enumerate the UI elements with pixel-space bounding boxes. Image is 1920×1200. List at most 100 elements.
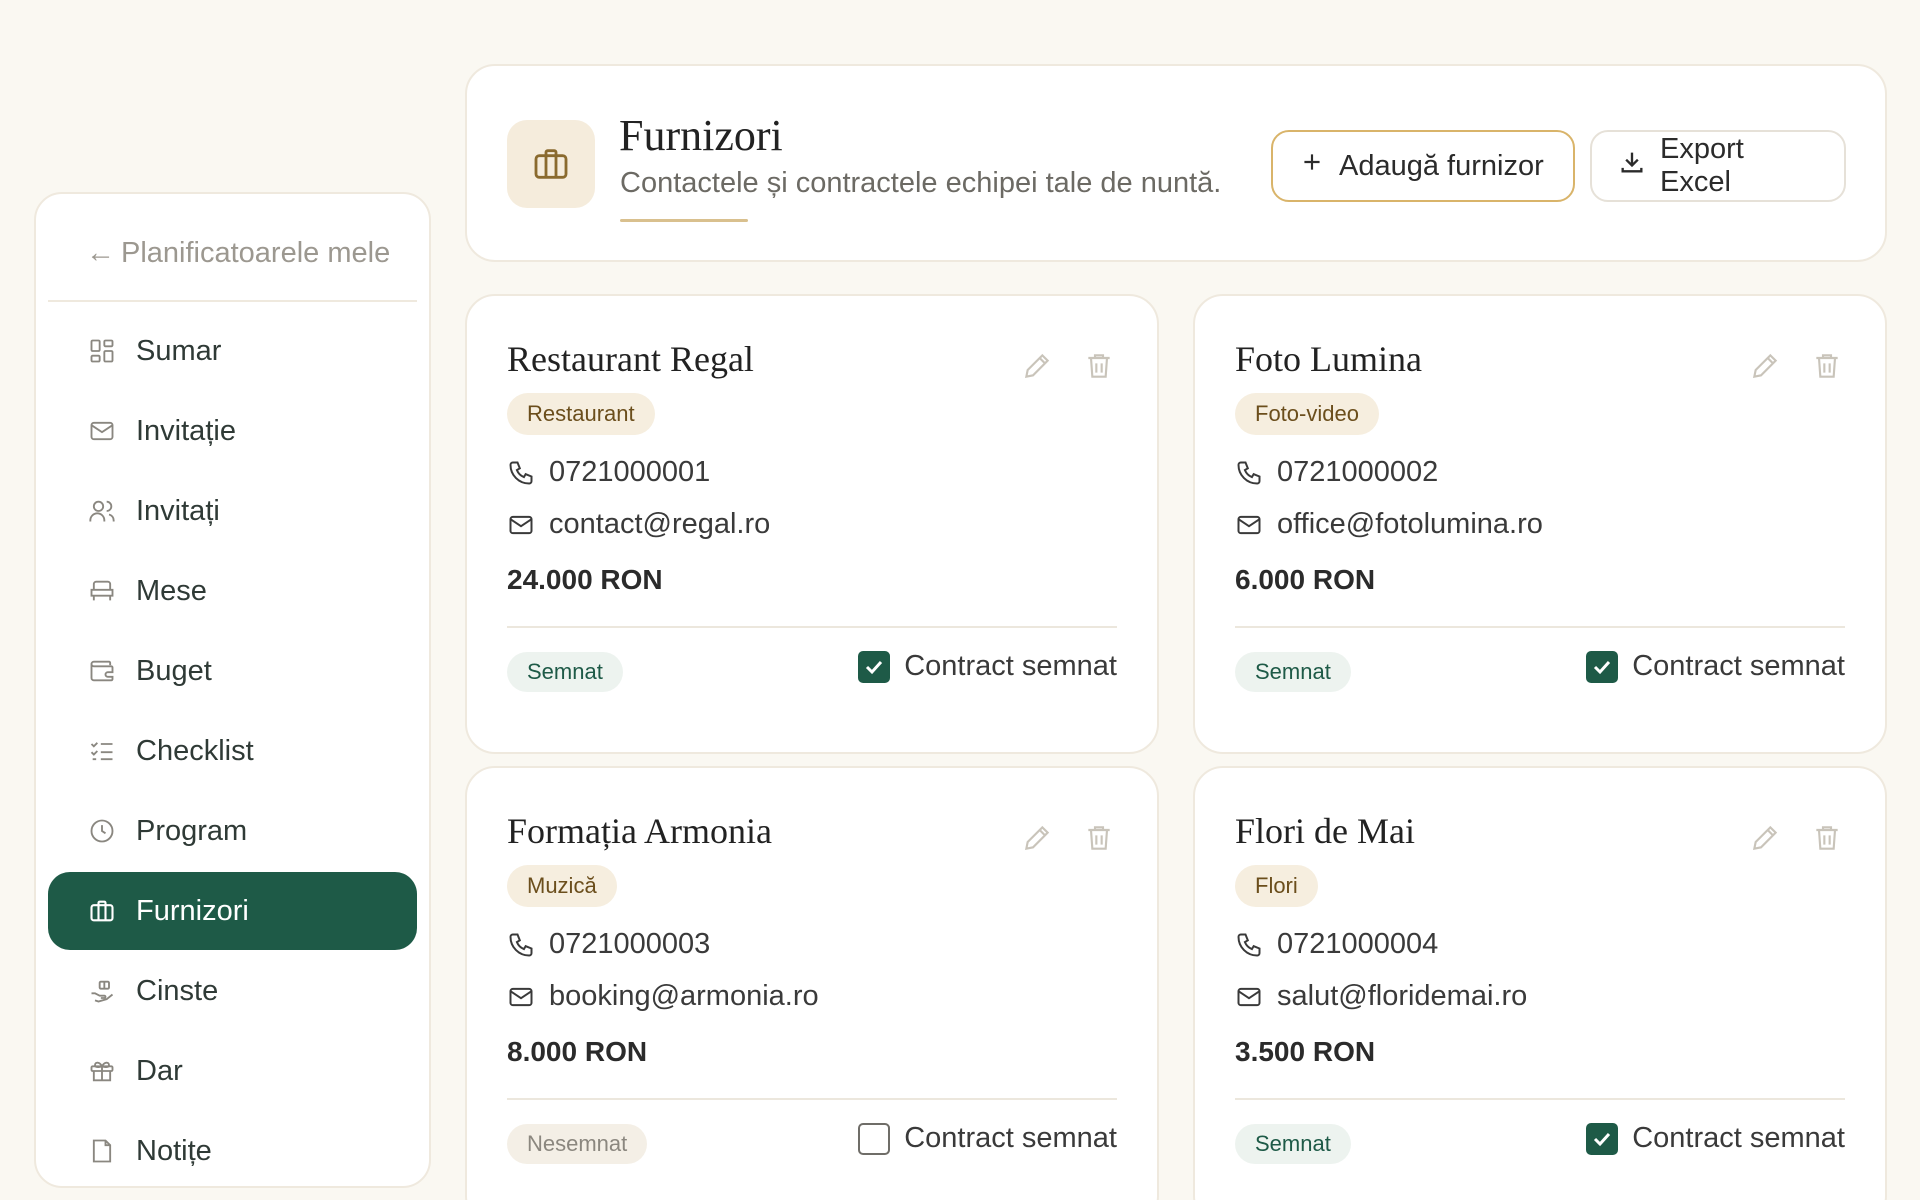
sidebar-item-label: Invitație: [136, 414, 236, 447]
vendor-amount: 6.000 RON: [1235, 564, 1376, 595]
edit-icon[interactable]: [1021, 822, 1053, 859]
card-divider: [1235, 626, 1845, 628]
edit-icon[interactable]: [1021, 350, 1053, 387]
vendor-phone: 0721000001: [507, 456, 710, 489]
sidebar-item-label: Furnizori: [136, 894, 249, 927]
checkbox-label: Contract semnat: [904, 1122, 1117, 1154]
checkbox-box[interactable]: [858, 1122, 891, 1155]
chair-icon: [86, 575, 118, 607]
checkbox-label: Contract semnat: [1632, 1122, 1845, 1154]
vendor-amount: 3.500 RON: [1235, 1036, 1376, 1067]
vendor-email: office@fotolumina.ro: [1235, 508, 1543, 541]
card-actions: [1021, 822, 1115, 859]
sidebar-item-furnizori[interactable]: Furnizori: [48, 872, 417, 950]
plus-icon: [1299, 149, 1325, 183]
checkbox-box[interactable]: [858, 650, 891, 683]
edit-icon[interactable]: [1749, 350, 1781, 387]
phone-value: 0721000003: [549, 928, 711, 960]
contract-signed-checkbox[interactable]: Contract semnat: [858, 650, 1117, 683]
vendor-name: Flori de Mai: [1235, 811, 1415, 851]
card-actions: [1749, 350, 1843, 387]
email-value: contact@regal.ro: [549, 508, 771, 540]
category-badge: Muzică: [507, 865, 617, 907]
briefcase-icon: [507, 120, 595, 208]
clock-icon: [86, 815, 118, 847]
vendor-email: salut@floridemai.ro: [1235, 980, 1527, 1013]
vendor-phone: 0721000002: [1235, 456, 1438, 489]
trash-icon[interactable]: [1811, 350, 1843, 387]
sidebar-item-program[interactable]: Program: [48, 792, 417, 870]
sidebar-item-cinste[interactable]: Cinste: [48, 952, 417, 1030]
edit-icon[interactable]: [1749, 822, 1781, 859]
email-value: salut@floridemai.ro: [1277, 980, 1528, 1012]
wallet-icon: [86, 655, 118, 687]
trash-icon[interactable]: [1083, 822, 1115, 859]
sidebar-item-label: Sumar: [136, 334, 222, 367]
sidebar-item-checklist[interactable]: Checklist: [48, 712, 417, 790]
vendor-amount: 8.000 RON: [507, 1036, 648, 1067]
sidebar-item-label: Invitați: [136, 494, 220, 527]
sidebar-item-buget[interactable]: Buget: [48, 632, 417, 710]
vendor-card: Formația Armonia Muzică 0721000003 booki…: [465, 766, 1159, 1200]
sidebar-item-label: Checklist: [136, 734, 254, 767]
vendor-card: Flori de Mai Flori 0721000004 salut@flor…: [1193, 766, 1887, 1200]
page-subtitle: Contactele și contractele echipei tale d…: [620, 167, 1222, 199]
category-badge: Restaurant: [507, 393, 655, 435]
contract-signed-checkbox[interactable]: Contract semnat: [1586, 650, 1845, 683]
contract-signed-checkbox[interactable]: Contract semnat: [1586, 1122, 1845, 1155]
export-label: Export Excel: [1660, 133, 1744, 198]
download-icon: [1618, 148, 1646, 184]
add-vendor-button[interactable]: Adaugă furnizor: [1271, 130, 1575, 202]
email-value: booking@armonia.ro: [549, 980, 819, 1012]
card-actions: [1021, 350, 1115, 387]
page-title: Furnizori: [619, 111, 783, 160]
sidebar: ← Planificatoarele mele Sumar Invitație …: [34, 192, 431, 1188]
vendor-phone: 0721000003: [507, 928, 710, 961]
phone-icon: [507, 931, 535, 959]
checkbox-box[interactable]: [1586, 650, 1619, 683]
add-vendor-label: Adaugă furnizor: [1339, 149, 1544, 182]
status-badge: Semnat: [507, 652, 623, 692]
note-icon: [86, 1135, 118, 1167]
sidebar-item-label: Notițe: [136, 1134, 212, 1167]
sidebar-item-notite[interactable]: Notițe: [48, 1112, 417, 1190]
phone-icon: [1235, 931, 1263, 959]
category-badge: Flori: [1235, 865, 1318, 907]
status-badge: Nesemnat: [507, 1124, 648, 1164]
sidebar-item-invitati[interactable]: Invitați: [48, 472, 417, 550]
back-link-label: Planificatoarele mele: [121, 236, 391, 269]
trash-icon[interactable]: [1083, 350, 1115, 387]
sidebar-item-label: Program: [136, 814, 248, 847]
briefcase-icon: [86, 895, 118, 927]
phone-value: 0721000002: [1277, 456, 1439, 488]
users-icon: [86, 495, 118, 527]
email-value: office@fotolumina.ro: [1277, 508, 1543, 540]
checkbox-box[interactable]: [1586, 1122, 1619, 1155]
mail-icon: [1235, 983, 1263, 1011]
sidebar-item-label: Cinste: [136, 974, 219, 1007]
phone-value: 0721000001: [549, 456, 711, 488]
gift-hand-icon: [86, 975, 118, 1007]
phone-icon: [507, 459, 535, 487]
vendor-card: Foto Lumina Foto-video 0721000002 office…: [1193, 294, 1887, 754]
sidebar-item-dar[interactable]: Dar: [48, 1032, 417, 1110]
mail-icon: [507, 983, 535, 1011]
card-actions: [1749, 822, 1843, 859]
export-excel-button[interactable]: Export Excel: [1590, 130, 1846, 202]
gift-icon: [86, 1055, 118, 1087]
phone-icon: [1235, 459, 1263, 487]
title-underline: [620, 219, 748, 222]
mail-icon: [1235, 511, 1263, 539]
contract-signed-checkbox[interactable]: Contract semnat: [858, 1122, 1117, 1155]
vendor-name: Restaurant Regal: [507, 339, 754, 379]
back-to-planners-link[interactable]: ← Planificatoarele mele: [48, 206, 417, 302]
status-badge: Semnat: [1235, 652, 1351, 692]
sidebar-item-mese[interactable]: Mese: [48, 552, 417, 630]
checklist-icon: [86, 735, 118, 767]
mail-icon: [86, 415, 118, 447]
sidebar-item-sumar[interactable]: Sumar: [48, 312, 417, 390]
sidebar-item-label: Mese: [136, 574, 207, 607]
arrow-left-icon: ←: [86, 236, 115, 269]
sidebar-item-invitatie[interactable]: Invitație: [48, 392, 417, 470]
trash-icon[interactable]: [1811, 822, 1843, 859]
